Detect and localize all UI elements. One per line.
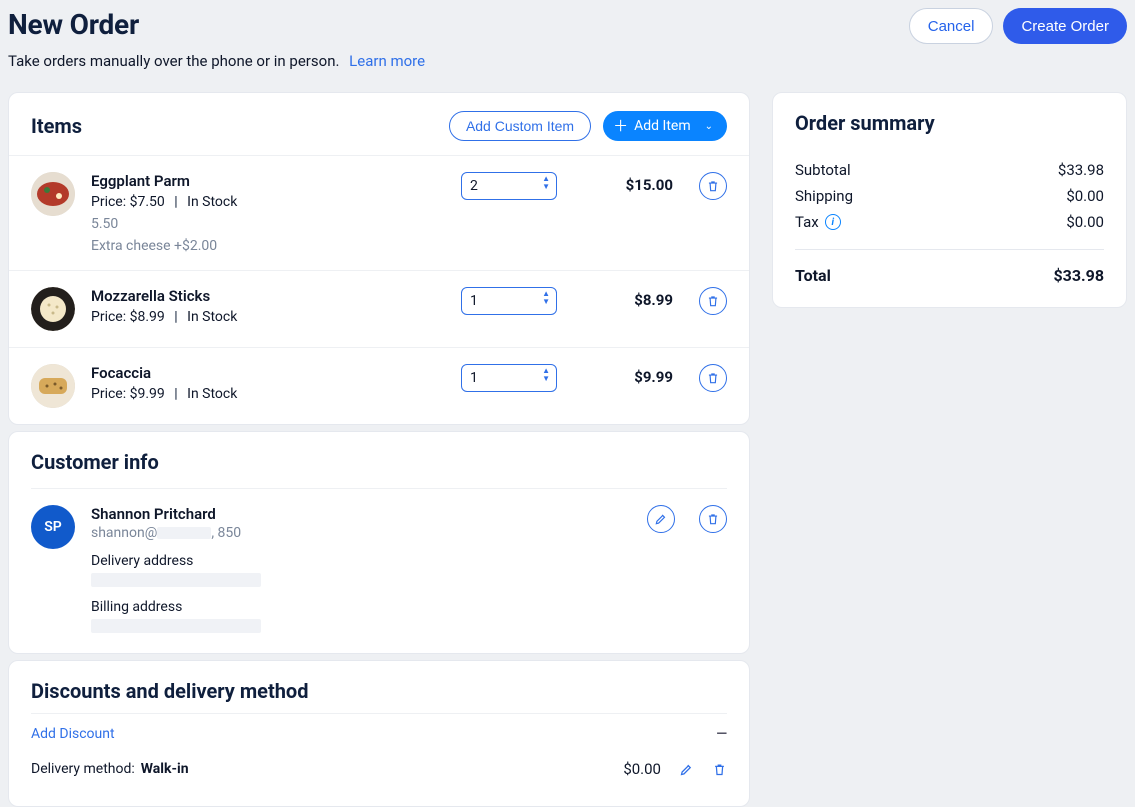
info-icon[interactable]: i xyxy=(825,214,841,230)
tax-label: Tax xyxy=(795,213,819,231)
shipping-value: $0.00 xyxy=(1066,187,1104,205)
tax-value: $0.00 xyxy=(1066,213,1104,231)
delete-item-button[interactable] xyxy=(699,287,727,315)
delivery-price: $0.00 xyxy=(623,760,661,778)
stepper-arrows-icon[interactable]: ▲▼ xyxy=(542,175,550,191)
item-row: Focaccia Price: $9.99 | In Stock 1 ▲▼ $9… xyxy=(9,347,749,424)
quantity-value: 1 xyxy=(470,370,478,386)
total-value: $33.98 xyxy=(1053,266,1104,285)
item-thumbnail xyxy=(31,287,75,331)
add-item-button[interactable]: ＋ Add Item ⌄ xyxy=(603,111,727,141)
pencil-icon xyxy=(654,512,668,526)
item-price-label: Price: $8.99 xyxy=(91,309,165,325)
order-summary-card: Order summary Subtotal $33.98 Shipping $… xyxy=(772,92,1127,308)
add-item-label: Add Item xyxy=(634,118,691,134)
subtitle-text: Take orders manually over the phone or i… xyxy=(8,52,339,70)
shipping-label: Shipping xyxy=(795,187,853,205)
customer-name: Shannon Pritchard xyxy=(91,505,621,523)
quantity-value: 1 xyxy=(470,293,478,309)
trash-icon xyxy=(706,179,720,193)
subtotal-label: Subtotal xyxy=(795,161,851,179)
billing-address-label: Billing address xyxy=(91,599,621,615)
item-price-label: Price: $7.50 xyxy=(91,194,165,210)
item-line-total: $15.00 xyxy=(573,172,673,194)
item-extra-line: Extra cheese +$2.00 xyxy=(91,238,445,254)
discounts-title: Discounts and delivery method xyxy=(31,679,308,703)
trash-icon xyxy=(706,371,720,385)
discounts-card: Discounts and delivery method Add Discou… xyxy=(8,660,750,807)
trash-icon[interactable] xyxy=(712,762,727,777)
items-title: Items xyxy=(31,114,82,138)
item-line-total: $8.99 xyxy=(573,287,673,309)
stepper-arrows-icon[interactable]: ▲▼ xyxy=(542,367,550,383)
redacted xyxy=(91,573,261,587)
item-extra-line: 5.50 xyxy=(91,216,445,232)
delivery-method-value: Walk-in xyxy=(141,761,189,777)
item-stock: In Stock xyxy=(187,386,237,402)
learn-more-link[interactable]: Learn more xyxy=(349,52,425,70)
item-row: Eggplant Parm Price: $7.50 | In Stock 5.… xyxy=(9,155,749,270)
cancel-button[interactable]: Cancel xyxy=(909,8,994,44)
page-subtitle: Take orders manually over the phone or i… xyxy=(8,52,1127,70)
customer-info-card: Customer info SP Shannon Pritchard shann… xyxy=(8,431,750,654)
delivery-address-label: Delivery address xyxy=(91,553,621,569)
item-name: Focaccia xyxy=(91,364,445,382)
redacted xyxy=(157,527,211,539)
customer-contact: shannon@, 850 xyxy=(91,525,621,541)
item-thumbnail xyxy=(31,172,75,216)
quantity-stepper[interactable]: 1 ▲▼ xyxy=(461,364,557,392)
item-thumbnail xyxy=(31,364,75,408)
create-order-button[interactable]: Create Order xyxy=(1003,8,1127,44)
plus-icon: ＋ xyxy=(613,119,628,134)
subtotal-value: $33.98 xyxy=(1058,161,1104,179)
pencil-icon[interactable] xyxy=(679,762,694,777)
item-name: Eggplant Parm xyxy=(91,172,445,190)
edit-customer-button[interactable] xyxy=(647,505,675,533)
item-row: Mozzarella Sticks Price: $8.99 | In Stoc… xyxy=(9,270,749,347)
item-price-label: Price: $9.99 xyxy=(91,386,165,402)
delete-item-button[interactable] xyxy=(699,172,727,200)
order-summary-title: Order summary xyxy=(795,111,1104,135)
add-discount-link[interactable]: Add Discount xyxy=(31,726,115,742)
customer-info-title: Customer info xyxy=(31,450,159,474)
chevron-down-icon: ⌄ xyxy=(705,121,713,132)
stepper-arrows-icon[interactable]: ▲▼ xyxy=(542,290,550,306)
page-title: New Order xyxy=(8,8,139,41)
trash-icon xyxy=(706,512,720,526)
items-card: Items Add Custom Item ＋ Add Item ⌄ xyxy=(8,92,750,425)
delete-customer-button[interactable] xyxy=(699,505,727,533)
add-custom-item-button[interactable]: Add Custom Item xyxy=(449,111,591,141)
quantity-stepper[interactable]: 2 ▲▼ xyxy=(461,172,557,200)
item-stock: In Stock xyxy=(187,194,237,210)
total-label: Total xyxy=(795,266,831,285)
quantity-stepper[interactable]: 1 ▲▼ xyxy=(461,287,557,315)
item-stock: In Stock xyxy=(187,309,237,325)
discount-value: — xyxy=(716,726,727,742)
customer-avatar: SP xyxy=(31,505,75,549)
redacted xyxy=(91,619,261,633)
item-name: Mozzarella Sticks xyxy=(91,287,445,305)
delete-item-button[interactable] xyxy=(699,364,727,392)
item-line-total: $9.99 xyxy=(573,364,673,386)
trash-icon xyxy=(706,294,720,308)
delivery-method-label: Delivery method: xyxy=(31,761,135,777)
quantity-value: 2 xyxy=(470,178,478,194)
